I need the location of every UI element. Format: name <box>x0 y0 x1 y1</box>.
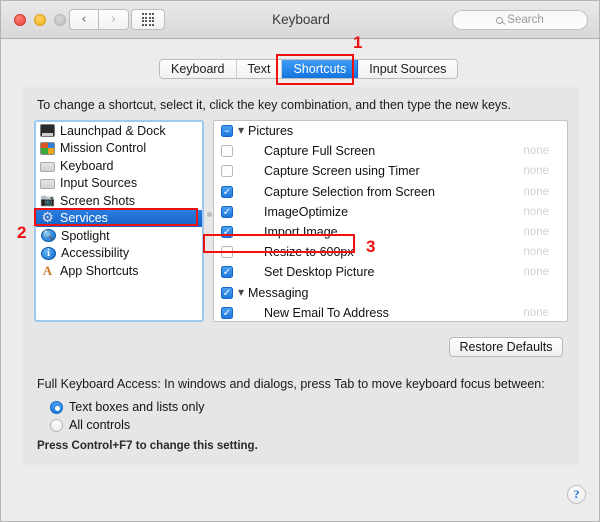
shortcut-label: Set Desktop Picture <box>264 265 375 280</box>
sidebar-item-accessibility[interactable]: i Accessibility <box>36 245 202 263</box>
sidebar-item-label: App Shortcuts <box>60 263 139 278</box>
radio-label: All controls <box>69 418 131 432</box>
shortcut-row-capture-selection-from-screen[interactable]: ✓ Capture Selection from Screen none <box>214 182 567 202</box>
shortcut-row-new-email-to-address[interactable]: ✓ New Email To Address none <box>214 303 567 321</box>
checkbox-on[interactable]: ✓ <box>221 306 233 319</box>
annotation-box-3 <box>203 234 355 253</box>
sidebar-item-label: Screen Shots <box>60 193 136 208</box>
shortcut-group-pictures[interactable]: – ▼ Pictures <box>214 121 567 141</box>
shortcut-label: Capture Screen using Timer <box>264 164 420 179</box>
app-shortcuts-icon: A <box>42 263 53 279</box>
checkbox-off[interactable] <box>221 145 233 158</box>
annotation-number-3: 3 <box>366 237 376 256</box>
launchpad-icon <box>40 124 55 138</box>
accessibility-icon: i <box>41 246 56 260</box>
window-titlebar: ‹ › Keyboard Search <box>1 1 599 39</box>
annotation-box-1 <box>276 54 354 85</box>
tab-input-sources[interactable]: Input Sources <box>358 60 458 78</box>
radio-label: Text boxes and lists only <box>69 400 205 414</box>
restore-defaults-button[interactable]: Restore Defaults <box>449 337 563 357</box>
shortcut-key-value[interactable]: none <box>523 186 549 198</box>
annotation-number-1: 1 <box>353 33 363 52</box>
checkbox-on[interactable]: ✓ <box>221 205 233 218</box>
shortcut-label: ImageOptimize <box>264 204 349 219</box>
radio-button-unselected[interactable] <box>50 418 63 432</box>
shortcut-key-value[interactable]: none <box>523 266 549 278</box>
sidebar-item-label: Keyboard <box>60 158 114 173</box>
spotlight-icon: 🔍 <box>41 229 56 243</box>
sidebar-item-keyboard[interactable]: Keyboard <box>36 157 202 175</box>
shortcut-row-imageoptimize[interactable]: ✓ ImageOptimize none <box>214 202 567 222</box>
full-keyboard-access-description: Full Keyboard Access: In windows and dia… <box>37 377 545 391</box>
shortcut-label: Messaging <box>248 285 309 300</box>
shortcut-key-value[interactable]: none <box>523 307 549 319</box>
radio-button-selected[interactable] <box>50 400 63 414</box>
annotation-box-2 <box>34 208 198 226</box>
instruction-text: To change a shortcut, select it, click t… <box>37 98 511 112</box>
search-icon <box>496 16 504 24</box>
radio-option-all-controls[interactable]: All controls <box>50 418 130 432</box>
mission-control-icon <box>40 141 55 155</box>
shortcut-label: Capture Full Screen <box>264 144 376 159</box>
split-view-handle[interactable] <box>207 212 212 217</box>
checkbox-on[interactable]: ✓ <box>221 286 233 299</box>
sidebar-item-label: Mission Control <box>60 141 147 156</box>
sidebar-item-screen-shots[interactable]: 📷 Screen Shots <box>36 192 202 210</box>
sidebar-item-spotlight[interactable]: 🔍 Spotlight <box>36 227 202 245</box>
tab-keyboard[interactable]: Keyboard <box>160 60 237 78</box>
shortcut-key-value[interactable]: none <box>523 226 549 238</box>
shortcut-key-value[interactable]: none <box>523 165 549 177</box>
search-field[interactable]: Search <box>452 10 588 30</box>
shortcut-row-capture-screen-using-timer[interactable]: Capture Screen using Timer none <box>214 161 567 181</box>
sidebar-item-mission-control[interactable]: Mission Control <box>36 140 202 158</box>
checkbox-mixed[interactable]: – <box>221 125 233 137</box>
sidebar-item-label: Input Sources <box>60 176 138 191</box>
shortcut-row-capture-full-screen[interactable]: Capture Full Screen none <box>214 141 567 161</box>
shortcut-label: Pictures <box>248 124 294 139</box>
shortcut-label: Capture Selection from Screen <box>264 184 435 199</box>
disclosure-triangle-icon[interactable]: ▼ <box>238 126 244 135</box>
annotation-number-2: 2 <box>17 223 27 242</box>
checkbox-on[interactable]: ✓ <box>221 266 233 279</box>
sidebar-item-label: Accessibility <box>61 246 130 261</box>
shortcut-key-value[interactable]: none <box>523 145 549 157</box>
sidebar-item-app-shortcuts[interactable]: A App Shortcuts <box>36 262 202 280</box>
shortcut-group-messaging[interactable]: ✓ ▼ Messaging <box>214 283 567 303</box>
shortcut-list[interactable]: – ▼ Pictures Capture Full Screen none Ca… <box>213 120 568 322</box>
shortcuts-content-panel: To change a shortcut, select it, click t… <box>23 87 579 465</box>
shortcut-key-value[interactable]: none <box>523 206 549 218</box>
sidebar-item-label: Spotlight <box>61 228 110 243</box>
disclosure-triangle-icon[interactable]: ▼ <box>238 288 244 297</box>
sidebar-item-input-sources[interactable]: Input Sources <box>36 175 202 193</box>
keyboard-icon <box>40 161 55 172</box>
sidebar-item-label: Launchpad & Dock <box>60 123 166 138</box>
camera-icon: 📷 <box>40 193 55 208</box>
sidebar-item-launchpad-dock[interactable]: Launchpad & Dock <box>36 122 202 140</box>
search-placeholder: Search <box>507 14 544 26</box>
keyboard-preferences-window: ‹ › Keyboard Search Keyboard Text Shortc… <box>0 0 600 522</box>
checkbox-on[interactable]: ✓ <box>221 185 233 198</box>
shortcut-key-value[interactable]: none <box>523 246 549 258</box>
shortcut-label: New Email To Address <box>264 305 389 320</box>
shortcut-row-set-desktop-picture[interactable]: ✓ Set Desktop Picture none <box>214 262 567 282</box>
full-keyboard-access-note: Press Control+F7 to change this setting. <box>37 440 258 452</box>
checkbox-off[interactable] <box>221 165 233 178</box>
radio-option-text-boxes-and-lists-only[interactable]: Text boxes and lists only <box>50 400 205 414</box>
input-sources-icon <box>40 179 55 190</box>
help-button[interactable]: ? <box>567 485 586 504</box>
